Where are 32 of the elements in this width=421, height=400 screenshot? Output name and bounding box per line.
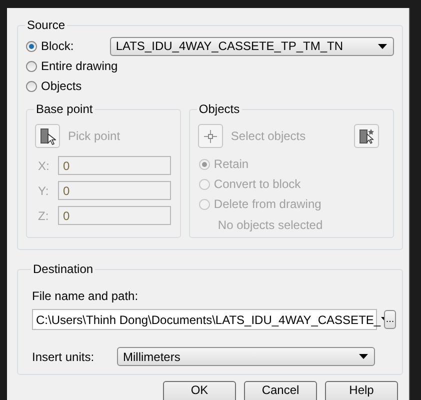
axis-label: Z:	[38, 208, 50, 222]
dialog-button[interactable]: Cancel	[244, 381, 317, 400]
group-title: Destination	[32, 262, 94, 276]
caret-icon	[359, 354, 368, 359]
dialog-button[interactable]: OK	[163, 381, 236, 400]
group-title: Base point	[35, 102, 94, 116]
option-label: Delete from drawing	[214, 197, 322, 211]
option-label: Entire drawing	[41, 59, 119, 73]
group-title: Source	[26, 18, 66, 32]
option-label: Block:	[41, 39, 75, 53]
option-label: Convert to block	[214, 177, 301, 191]
radio-button[interactable]	[26, 60, 37, 72]
caret-icon	[378, 44, 387, 48]
pick-point-label: Pick point	[68, 129, 120, 143]
radio-button[interactable]	[26, 80, 37, 92]
group-title: Objects	[198, 102, 241, 116]
radio-button[interactable]	[26, 40, 37, 52]
option-label: Retain	[214, 157, 249, 171]
block-dropdown[interactable]: LATS_IDU_4WAY_CASSETE_TP_TM_TN	[110, 36, 394, 56]
select-objects-label: Select objects	[230, 129, 306, 143]
door-cursor-icon	[40, 128, 56, 144]
dialog-button[interactable]: Help	[325, 381, 398, 400]
door-cursor-icon	[358, 128, 374, 144]
browse-button[interactable]: ...	[384, 310, 396, 329]
units-label: Insert units:	[32, 350, 96, 364]
option-label: Objects	[41, 79, 83, 93]
units-dropdown[interactable]: Millimeters	[117, 347, 375, 366]
path-label: File name and path:	[32, 289, 140, 303]
crosshair-icon	[204, 130, 217, 142]
axis-label: X:	[38, 158, 50, 172]
selection-status: No objects selected	[218, 218, 324, 232]
axis-label: Y:	[38, 184, 50, 198]
